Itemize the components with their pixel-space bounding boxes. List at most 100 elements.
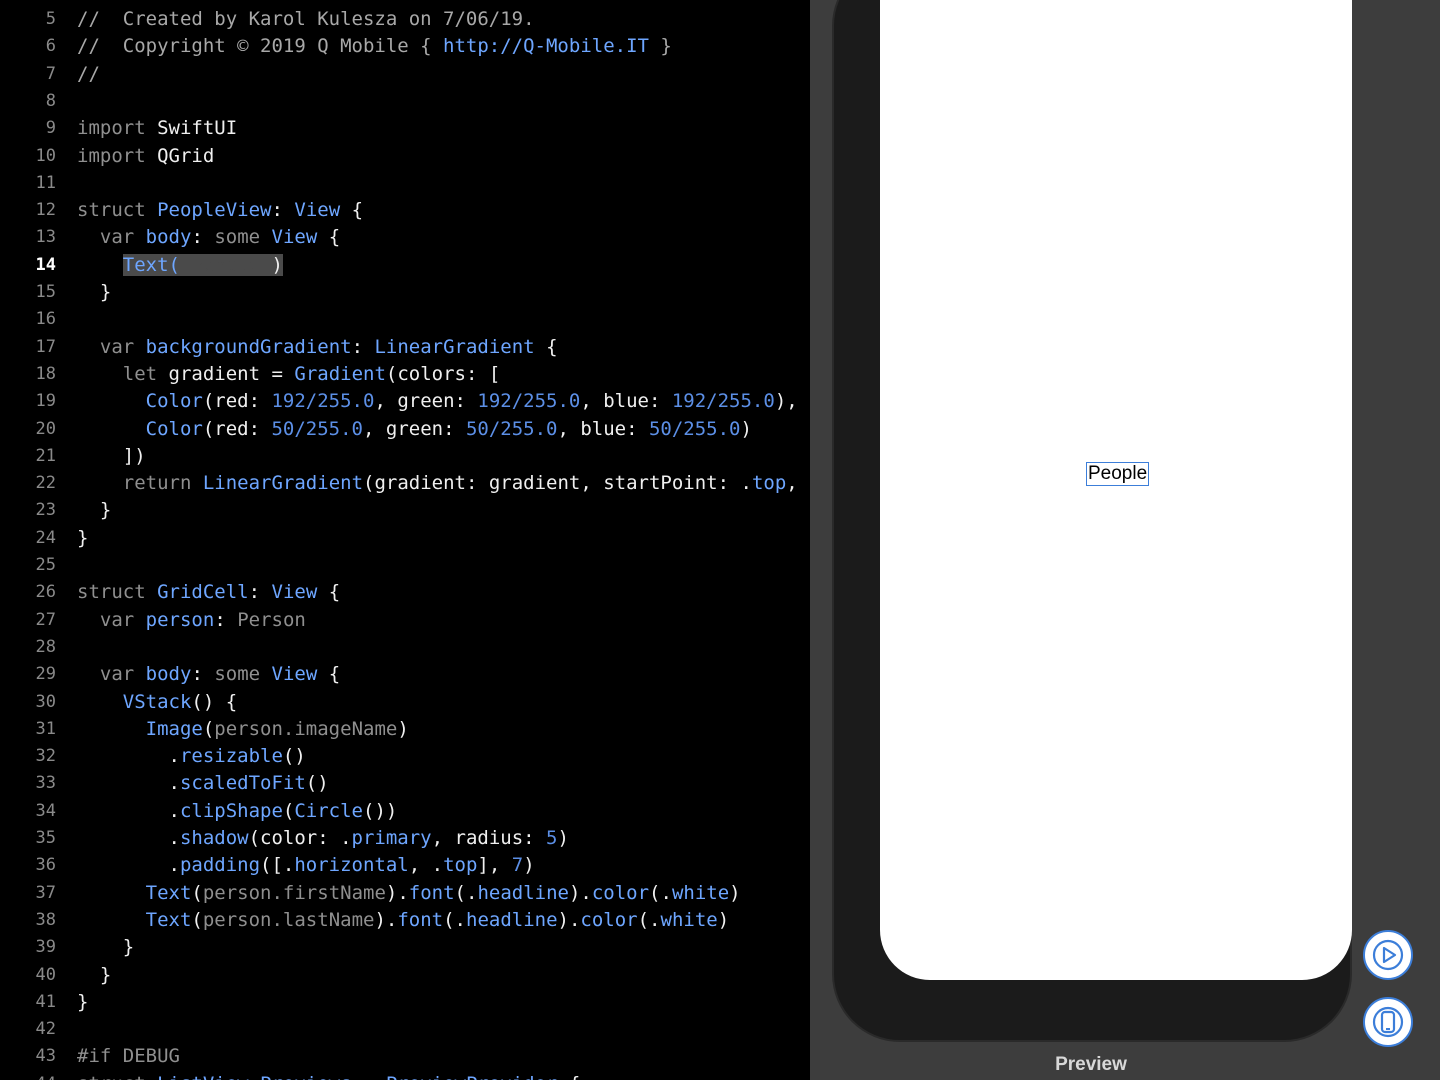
code-line[interactable]: 16	[0, 306, 810, 333]
code-line[interactable]: 37 Text(person.firstName).font(.headline…	[0, 880, 810, 907]
code-token: top	[751, 472, 787, 495]
code-text: }	[77, 525, 88, 552]
code-token: Text	[145, 908, 192, 931]
code-token: () {	[191, 690, 238, 713]
code-token: person.lastName	[202, 908, 375, 931]
line-number: 7	[45, 63, 56, 84]
code-line[interactable]: 29 var body: some View {	[0, 661, 810, 688]
code-line[interactable]: 35 .shadow(color: .primary, radius: 5)	[0, 825, 810, 852]
code-token: {	[317, 581, 341, 604]
code-line[interactable]: 9 import SwiftUI	[0, 115, 810, 142]
code-text: }	[77, 989, 88, 1016]
code-line[interactable]: 12 struct PeopleView: View {	[0, 197, 810, 224]
code-line[interactable]: 18 let gradient = Gradient(colors: [	[0, 361, 810, 388]
code-token: person.imageName	[214, 717, 398, 740]
code-line[interactable]: 13 var body: some View {	[0, 224, 810, 251]
code-text: }	[77, 934, 134, 961]
code-line[interactable]: 38 Text(person.lastName).font(.headline)…	[0, 907, 810, 934]
code-line[interactable]: 22 return LinearGradient(gradient: gradi…	[0, 470, 810, 497]
code-line[interactable]: 14 Text("People")	[0, 252, 810, 279]
code-line[interactable]: 19 Color(red: 192/255.0, green: 192/255.…	[0, 388, 810, 415]
code-line[interactable]: 11	[0, 170, 810, 197]
code-token: {	[317, 226, 341, 249]
code-text: // Created by Karol Kulesza on 7/06/19.	[77, 6, 535, 33]
line-number: 24	[35, 527, 56, 548]
code-line[interactable]: 17 var backgroundGradient: LinearGradien…	[0, 334, 810, 361]
code-line[interactable]: 5 // Created by Karol Kulesza on 7/06/19.	[0, 6, 810, 33]
code-text: import QGrid	[77, 143, 214, 170]
code-token: gradient =	[157, 362, 295, 385]
code-token: )	[729, 881, 741, 904]
code-line[interactable]: 25	[0, 552, 810, 579]
code-token: body	[145, 226, 192, 249]
code-line[interactable]: 24}	[0, 525, 810, 552]
code-token: white	[660, 908, 718, 931]
code-token: VStack	[122, 690, 192, 713]
code-line[interactable]: 23 }	[0, 497, 810, 524]
preview-on-device-button[interactable]	[1363, 997, 1413, 1047]
code-line[interactable]: 15 }	[0, 279, 810, 306]
code-token: PreviewProvider	[386, 1073, 558, 1080]
code-token: // Copyright © 2019 Q Mobile {	[77, 35, 444, 58]
code-text: Text("People")	[77, 252, 283, 279]
code-token: ([.	[260, 854, 295, 877]
code-text: import SwiftUI	[77, 115, 237, 142]
code-line[interactable]: 20 Color(red: 50/255.0, green: 50/255.0,…	[0, 416, 810, 443]
code-text: #if DEBUG	[77, 1043, 180, 1070]
code-line[interactable]: 41}	[0, 989, 810, 1016]
line-number: 15	[35, 282, 56, 302]
code-token: ).	[374, 908, 398, 931]
code-line[interactable]: 27 var person: Person	[0, 607, 810, 634]
code-line[interactable]: 42	[0, 1016, 810, 1043]
code-line[interactable]: 34 .clipShape(Circle())	[0, 798, 810, 825]
code-line[interactable]: 43 #if DEBUG	[0, 1043, 810, 1070]
code-line[interactable]: 32 .resizable()	[0, 743, 810, 770]
code-text: var body: some View {	[77, 661, 340, 688]
code-token: clipShape	[179, 799, 283, 822]
code-token: (.	[443, 908, 466, 931]
code-line[interactable]: 26 struct GridCell: View {	[0, 579, 810, 606]
code-line[interactable]: 36 .padding([.horizontal, .top], 7)	[0, 852, 810, 879]
code-token: ])	[77, 444, 146, 467]
people-text-label[interactable]: People	[1086, 462, 1150, 486]
line-number: 13	[35, 227, 56, 248]
code-token: , green:	[363, 417, 466, 440]
code-line[interactable]: 40 }	[0, 962, 810, 989]
code-line[interactable]: 8	[0, 88, 810, 115]
code-line[interactable]: 31 Image(person.imageName)	[0, 716, 810, 743]
code-token: 50/255.0	[465, 417, 558, 440]
code-token: PeopleView	[157, 199, 272, 222]
code-text: return LinearGradient(gradient: gradient…	[77, 470, 798, 497]
code-token: )	[397, 717, 409, 740]
code-line[interactable]: 28	[0, 634, 810, 661]
code-text: }	[77, 497, 111, 524]
code-editor[interactable]: 5 // Created by Karol Kulesza on 7/06/19.…	[0, 0, 810, 1080]
line-number: 32	[35, 746, 56, 767]
code-token: return	[122, 472, 192, 495]
device-screen: People	[880, 0, 1352, 980]
line-number: 27	[35, 609, 56, 630]
code-line[interactable]: 33 .scaledToFit()	[0, 770, 810, 797]
code-line[interactable]: 30 VStack() {	[0, 689, 810, 716]
code-token: struct	[77, 1073, 146, 1080]
code-line[interactable]: 21 ])	[0, 443, 810, 470]
code-line[interactable]: 44 struct ListView_Previews : PreviewProv…	[0, 1071, 810, 1080]
code-token: LinearGradient	[202, 472, 364, 495]
code-line[interactable]: 6 // Copyright © 2019 Q Mobile { http://Q…	[0, 33, 810, 60]
code-line[interactable]: 39 }	[0, 934, 810, 961]
code-line[interactable]: 10 import QGrid	[0, 143, 810, 170]
line-number: 12	[35, 200, 56, 221]
code-token: View	[271, 581, 318, 604]
code-line[interactable]: 7 //	[0, 61, 810, 88]
code-token: )	[740, 417, 752, 440]
line-number: 22	[35, 473, 56, 494]
code-token: ListView_Previews	[157, 1073, 351, 1080]
code-token: "People"	[179, 253, 272, 276]
live-preview-button[interactable]	[1363, 930, 1413, 980]
